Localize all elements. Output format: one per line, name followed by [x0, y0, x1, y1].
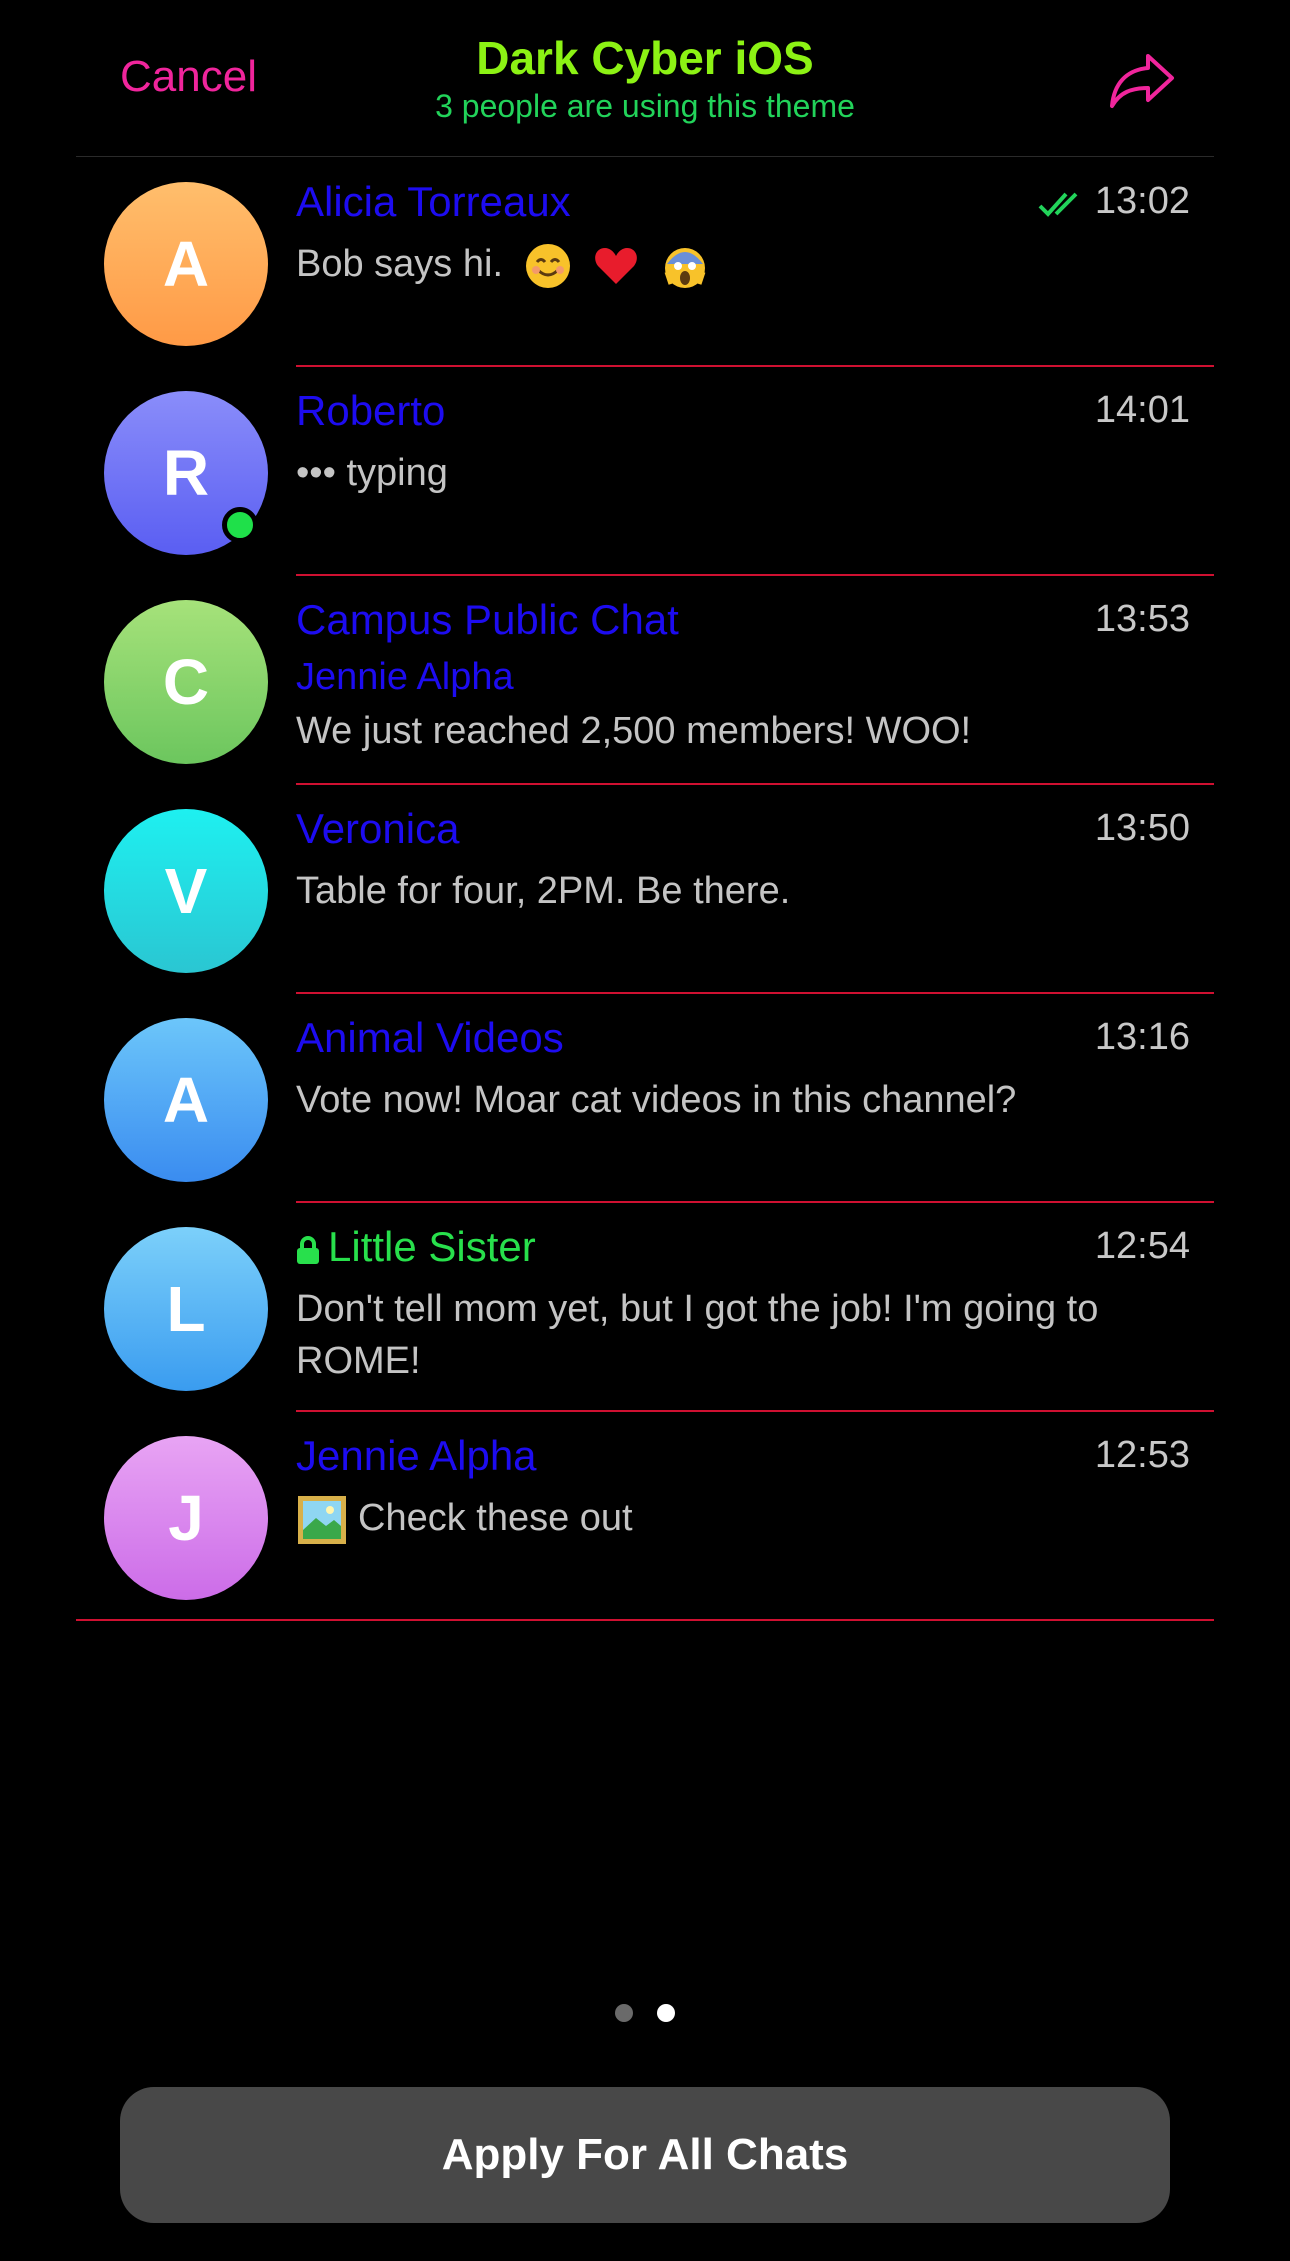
- chat-time: 13:16: [1094, 1016, 1190, 1058]
- photo-icon: [298, 1495, 346, 1544]
- chat-name: Veronica: [296, 805, 460, 852]
- chat-row-animal-videos[interactable]: A Animal Videos 13:16 Vote now! Moar cat…: [76, 994, 1214, 1203]
- title-block: Dark Cyber iOS 3 people are using this t…: [0, 30, 1290, 126]
- chat-message: Bob says hi.: [296, 238, 1176, 290]
- chat-message: ••• typing: [296, 452, 448, 494]
- list-end-separator: [76, 1619, 1214, 1621]
- lock-icon: [297, 1235, 319, 1264]
- avatar: A: [104, 182, 268, 346]
- heart-emoji-icon: [595, 247, 637, 284]
- chat-message: Don't tell mom yet, but I got the job! I…: [296, 1288, 1099, 1382]
- chat-message: Table for four, 2PM. Be there.: [296, 870, 791, 912]
- scream-emoji-icon: [664, 247, 706, 288]
- avatar: A: [104, 1018, 268, 1182]
- apply-for-all-chats-button[interactable]: Apply For All Chats: [120, 2087, 1170, 2223]
- chat-time: 13:02: [1094, 180, 1190, 222]
- page-dot-2-active[interactable]: [657, 2004, 676, 2022]
- chat-row-little-sister[interactable]: L Little Sister 12:54 Don't tell mom yet…: [76, 1203, 1214, 1412]
- message-sender: Jennie Alpha: [296, 656, 514, 698]
- chat-time: 13:53: [1094, 598, 1190, 640]
- avatar: J: [104, 1436, 268, 1600]
- header-divider: [76, 156, 1214, 157]
- chat-time: 14:01: [1094, 389, 1190, 431]
- avatar: V: [104, 809, 268, 973]
- double-check-icon: [1038, 192, 1078, 217]
- chat-time: 12:53: [1094, 1434, 1190, 1476]
- chat-name: Animal Videos: [296, 1014, 564, 1061]
- chat-name: Campus Public Chat: [296, 596, 679, 643]
- chat-time: 12:54: [1094, 1225, 1190, 1267]
- message-text: Bob says hi.: [296, 243, 503, 285]
- chat-name: Alicia Torreaux: [296, 178, 571, 225]
- header: Cancel Dark Cyber iOS 3 people are using…: [0, 0, 1290, 158]
- chat-row-alicia[interactable]: A Alicia Torreaux 13:02 Bob says hi.: [76, 158, 1214, 367]
- avatar: C: [104, 600, 268, 764]
- chat-name: Roberto: [296, 387, 446, 434]
- chat-row-roberto[interactable]: R Roberto 14:01 ••• typing: [76, 367, 1214, 576]
- chat-message: Vote now! Moar cat videos in this channe…: [296, 1079, 1017, 1121]
- chat-row-veronica[interactable]: V Veronica 13:50 Table for four, 2PM. Be…: [76, 785, 1214, 994]
- message-text: Check these out: [358, 1497, 633, 1539]
- chat-name: Jennie Alpha: [296, 1432, 537, 1479]
- chat-row-campus[interactable]: C Campus Public Chat 13:53 Jennie Alpha …: [76, 576, 1214, 785]
- smile-emoji-icon: [525, 243, 570, 288]
- online-indicator: [222, 507, 258, 543]
- chat-name-text: Little Sister: [328, 1223, 536, 1270]
- page-dot-1[interactable]: [614, 2004, 633, 2022]
- chat-time: 13:50: [1094, 807, 1190, 849]
- chat-row-jennie[interactable]: J Jennie Alpha 12:53 Check these out: [76, 1412, 1214, 1621]
- chat-message: Check these out: [296, 1492, 1176, 1546]
- share-arrow-icon[interactable]: [1108, 50, 1176, 110]
- page-subtitle: 3 people are using this theme: [435, 88, 855, 124]
- chat-message: We just reached 2,500 members! WOO!: [296, 710, 972, 752]
- page-title: Dark Cyber iOS: [476, 32, 814, 84]
- page-indicator: [0, 2004, 1290, 2027]
- chat-name: Little Sister: [296, 1223, 536, 1271]
- avatar: L: [104, 1227, 268, 1391]
